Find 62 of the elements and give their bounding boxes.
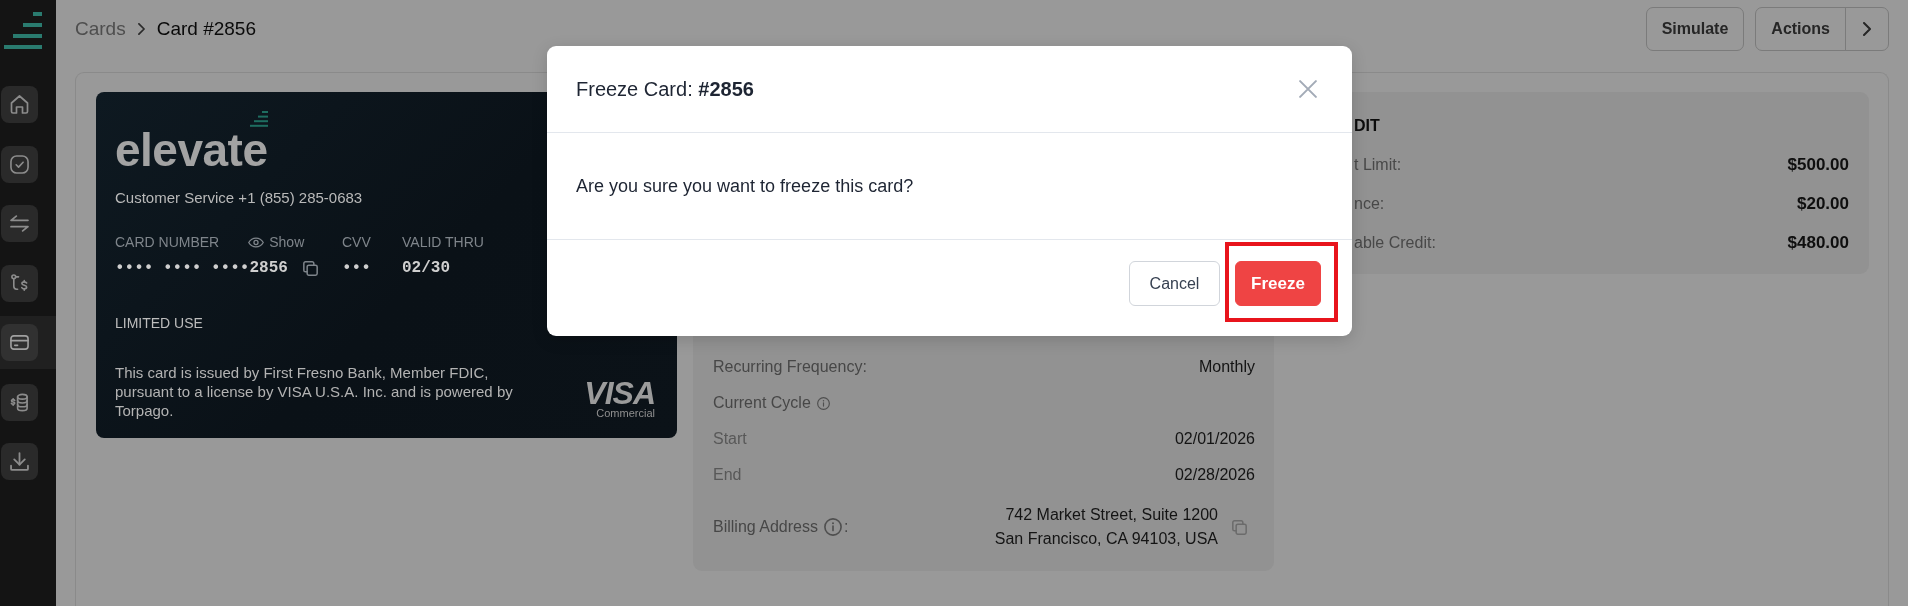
actions-button[interactable]: Actions <box>1755 7 1846 51</box>
sidebar-button[interactable] <box>1 205 38 242</box>
field-label: Start <box>713 429 747 449</box>
amount-value: $500.00 <box>1787 154 1849 176</box>
field-value: 02/30 <box>402 258 450 279</box>
logo-stripes-icon <box>4 12 42 49</box>
freeze-button[interactable]: Freeze <box>1235 261 1321 306</box>
network-logo: VISA <box>584 380 655 406</box>
sidebar-button[interactable] <box>1 324 38 361</box>
simulate-button[interactable]: Simulate <box>1645 7 1745 51</box>
section-title: DIT <box>1354 116 1381 136</box>
field-value: Monthly <box>1198 357 1255 377</box>
field-label: VALID THRU <box>402 232 484 252</box>
show-link[interactable]: Show <box>248 231 305 253</box>
field-label: Recurring Frequency: <box>713 357 867 377</box>
copy-icon[interactable] <box>302 260 318 276</box>
chevron-right-icon <box>1863 22 1871 36</box>
address-line: 742 Market Street, Suite 1200 <box>1004 505 1218 525</box>
eye-icon <box>248 236 265 248</box>
field-value: ••• <box>342 258 371 279</box>
field-label: CVV <box>342 232 371 252</box>
credit-card-icon <box>10 333 29 352</box>
amount-value: $480.00 <box>1787 232 1849 254</box>
chevron-right-icon <box>137 23 145 35</box>
sidebar-button[interactable] <box>1 264 38 302</box>
disclaimer-text: This card is issued by First Fresno Bank, Member FDIC, pursuant to a license by VISA U.S.A. Inc. and is powered by Torpago. <box>115 363 514 420</box>
checkmark-icon <box>10 154 29 174</box>
field-label: End <box>713 465 742 485</box>
breadcrumb-current: Card #2856 <box>156 16 256 41</box>
field-value: 02/28/2026 <box>1174 465 1255 485</box>
field-value: •••• •••• ••••2856 <box>115 258 288 279</box>
field-label: CARD NUMBER <box>115 232 220 252</box>
label-colon: : <box>843 517 849 537</box>
field-label: nce: <box>1354 194 1385 214</box>
download-icon <box>10 452 29 471</box>
address-line: San Francisco, CA 94103, USA <box>994 529 1218 549</box>
dialog-title: Freeze Card: #2856 <box>576 77 754 101</box>
info-icon[interactable] <box>816 396 830 410</box>
usage-label: LIMITED USE <box>115 314 203 333</box>
field-label: Billing Address <box>713 517 818 537</box>
brand-logo: elevate <box>115 127 268 173</box>
amount-value: $20.00 <box>1797 193 1849 215</box>
cancel-button[interactable]: Cancel <box>1129 261 1220 306</box>
coin-stack-dollar-icon <box>10 392 29 412</box>
field-label: t Limit: <box>1354 155 1402 175</box>
sidebar-button[interactable] <box>1 86 38 123</box>
route-dollar-icon <box>10 273 29 293</box>
customer-service-text: Customer Service +1 (855) 285-0683 <box>115 188 363 208</box>
info-icon[interactable] <box>823 518 842 536</box>
field-label: able Credit: <box>1354 233 1436 253</box>
home-icon <box>10 95 29 114</box>
field-value: 02/01/2026 <box>1174 429 1255 449</box>
expand-button[interactable] <box>1845 7 1889 51</box>
field-label: Current Cycle <box>713 393 811 413</box>
logo-stripes-icon <box>249 111 268 127</box>
breadcrumb-link[interactable]: Cards <box>75 14 126 44</box>
sidebar-button[interactable] <box>1 443 38 480</box>
network-tier-label: Commercial <box>596 407 655 420</box>
sidebar-button[interactable] <box>1 145 38 183</box>
close-icon <box>1299 80 1317 98</box>
sidebar-button[interactable] <box>1 383 38 421</box>
dialog-message: Are you sure you want to freeze this card? <box>576 174 914 198</box>
